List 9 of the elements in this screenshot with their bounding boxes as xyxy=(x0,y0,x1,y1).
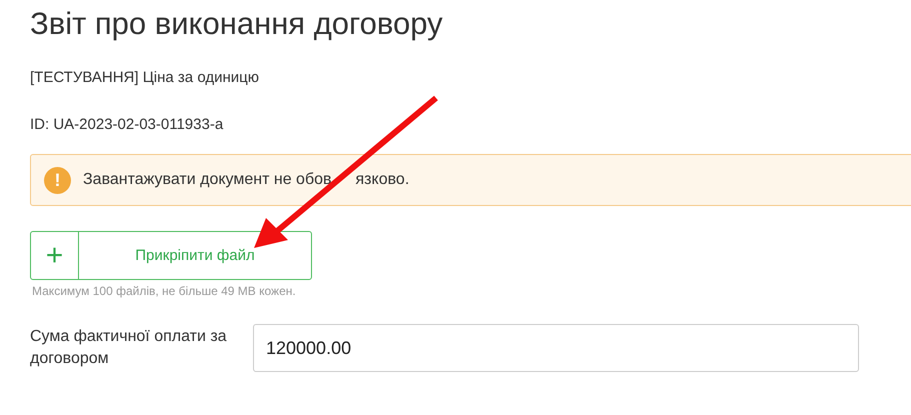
page-title: Звіт про виконання договору xyxy=(30,5,444,43)
file-limit-hint: Максимум 100 файлів, не більше 49 MB кожен. xyxy=(32,284,297,298)
warning-icon: ! xyxy=(44,166,71,194)
tender-id: ID: UA-2023-02-03-011933-a xyxy=(30,116,224,134)
alert-text: Завантажувати документ не обов xyxy=(83,171,332,189)
alert-text: язково. xyxy=(356,171,410,189)
amount-label: Сума фактичної оплати за договором xyxy=(30,327,228,369)
amount-field[interactable]: 120000.00 xyxy=(253,324,859,372)
tender-name: [ТЕСТУВАННЯ] Ціна за одиницю xyxy=(30,69,260,87)
